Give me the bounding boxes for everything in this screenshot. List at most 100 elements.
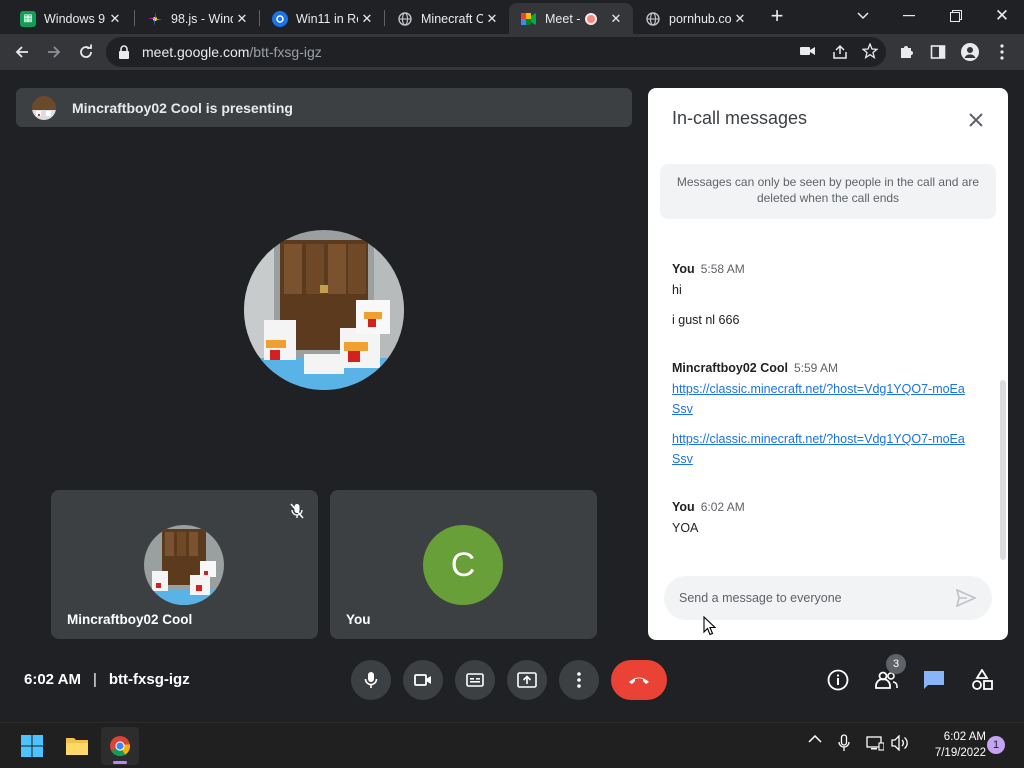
more-vert-icon	[1000, 44, 1004, 60]
chat-scrollbar[interactable]	[1000, 380, 1006, 560]
activities-button[interactable]	[964, 662, 1000, 698]
recording-icon	[585, 12, 597, 25]
videocam-icon	[414, 674, 431, 686]
tab-windows[interactable]: ▦ Windows 9 ✕	[8, 3, 132, 34]
browser-toolbar: meet.google.com/btt-fxsg-igz	[0, 34, 1024, 70]
leave-call-button[interactable]	[611, 660, 667, 700]
puzzle-icon	[901, 46, 913, 58]
mic-icon	[364, 672, 378, 688]
profile-icon	[961, 43, 979, 61]
tab-search-button[interactable]	[848, 0, 878, 32]
chrome-taskbar-button[interactable]	[101, 727, 139, 765]
show-hidden-icons-button[interactable]	[808, 735, 822, 743]
presenting-banner: Mincraftboy02 Cool is presenting	[16, 88, 632, 127]
message-link[interactable]: https://classic.minecraft.net/?host=Vdg1…	[672, 429, 972, 469]
message-text: hi	[672, 283, 682, 297]
activities-icon	[972, 669, 993, 690]
close-tab-icon[interactable]: ✕	[483, 10, 501, 28]
taskbar-clock[interactable]: 6:02 AM 7/19/2022	[916, 729, 986, 761]
reload-button[interactable]	[72, 38, 100, 66]
message-text: i gust nl 666	[672, 313, 740, 327]
notification-badge[interactable]: 1	[987, 736, 1005, 754]
participant-avatar	[144, 525, 224, 605]
lock-icon	[119, 45, 129, 59]
win11-icon	[272, 10, 288, 27]
restore-button[interactable]	[940, 0, 972, 32]
share-icon[interactable]	[832, 44, 848, 65]
volume-icon[interactable]	[891, 735, 909, 751]
start-button[interactable]	[13, 727, 51, 765]
tab-win11[interactable]: Win11 in Re ✕	[260, 3, 384, 34]
meeting-info: 6:02 AM | btt-fxsg-igz	[24, 671, 190, 688]
chat-button[interactable]	[916, 662, 952, 698]
tab-minecraft[interactable]: Minecraft C ✕	[385, 3, 509, 34]
extensions-button[interactable]	[892, 38, 920, 66]
side-panel-button[interactable]	[924, 38, 952, 66]
close-window-button[interactable]: ✕	[986, 0, 1018, 32]
mic-button[interactable]	[351, 660, 391, 700]
reload-icon	[80, 44, 92, 58]
tab-site[interactable]: pornhub.co ✕	[633, 3, 757, 34]
network-icon[interactable]	[866, 735, 884, 751]
participant-name: Mincraftboy02 Cool	[67, 612, 193, 627]
close-tab-icon[interactable]: ✕	[233, 10, 251, 28]
send-button[interactable]	[952, 584, 980, 612]
people-button[interactable]: 3	[868, 654, 906, 698]
forward-button[interactable]	[40, 38, 68, 66]
meeting-time: 6:02 AM	[24, 671, 81, 688]
url-host: meet.google.com	[142, 44, 250, 60]
minimize-button[interactable]	[893, 0, 925, 32]
more-options-button[interactable]	[559, 660, 599, 700]
sender-name: Mincraftboy02 Cool	[672, 361, 788, 375]
screen: ▦ Windows 9 ✕ 98.js - Wind ✕ Win11 in Re…	[0, 0, 1024, 768]
message-header: You 6:02 AM	[672, 500, 972, 514]
captions-button[interactable]	[455, 660, 495, 700]
file-explorer-button[interactable]	[58, 727, 96, 765]
close-tab-icon[interactable]: ✕	[731, 10, 749, 28]
close-tab-icon[interactable]: ✕	[358, 10, 376, 28]
message-group: You 6:02 AM YOA	[672, 500, 972, 538]
tab-title: Meet -	[545, 11, 581, 26]
messages-notice: Messages can only be seen by people in t…	[660, 164, 996, 219]
meeting-code: btt-fxsg-igz	[108, 671, 190, 688]
address-bar[interactable]: meet.google.com/btt-fxsg-igz	[106, 37, 886, 67]
participant-name: You	[346, 612, 371, 627]
present-button[interactable]	[507, 660, 547, 700]
browser-menu-button[interactable]	[988, 38, 1016, 66]
close-panel-button[interactable]	[960, 106, 992, 134]
close-tab-icon[interactable]: ✕	[106, 10, 124, 28]
camera-button[interactable]	[403, 660, 443, 700]
presenter-avatar	[32, 95, 56, 120]
side-panel-icon	[930, 45, 946, 59]
participant-count-badge: 3	[886, 654, 906, 674]
presenting-text: Mincraftboy02 Cool is presenting	[72, 99, 293, 116]
send-icon	[956, 589, 976, 607]
folder-icon	[66, 738, 88, 755]
profile-button[interactable]	[956, 38, 984, 66]
tab-title: Minecraft C	[421, 11, 483, 26]
participant-tile-presenter[interactable]: Mincraftboy02 Cool	[51, 490, 318, 639]
tab-meet[interactable]: Meet - ✕	[509, 3, 633, 34]
sender-name: You	[672, 500, 695, 514]
close-icon	[969, 113, 983, 127]
back-button[interactable]	[8, 38, 36, 66]
chrome-icon	[110, 736, 131, 757]
message-text: YOA	[672, 521, 699, 535]
message-link[interactable]: https://classic.minecraft.net/?host=Vdg1…	[672, 379, 972, 419]
meeting-details-button[interactable]	[820, 662, 856, 698]
mic-in-use-icon[interactable]	[838, 734, 850, 752]
closed-captions-icon	[466, 673, 484, 687]
new-tab-button[interactable]: +	[762, 0, 792, 32]
windows-taskbar: 6:02 AM 7/19/2022 1	[0, 722, 1024, 768]
message-input[interactable]: Send a message to everyone	[664, 576, 992, 620]
globe-icon	[397, 11, 413, 27]
bookmark-star-icon[interactable]	[861, 42, 879, 64]
close-tab-icon[interactable]: ✕	[607, 10, 625, 28]
avatar-letter: C	[423, 525, 503, 605]
camera-in-use-icon[interactable]	[800, 44, 816, 63]
tab-title: Windows 9	[44, 11, 106, 26]
panel-title: In-call messages	[672, 108, 808, 128]
participant-tile-you[interactable]: C You	[330, 490, 597, 639]
clock-date: 7/19/2022	[934, 747, 986, 759]
tab-98js[interactable]: 98.js - Wind ✕	[135, 3, 259, 34]
